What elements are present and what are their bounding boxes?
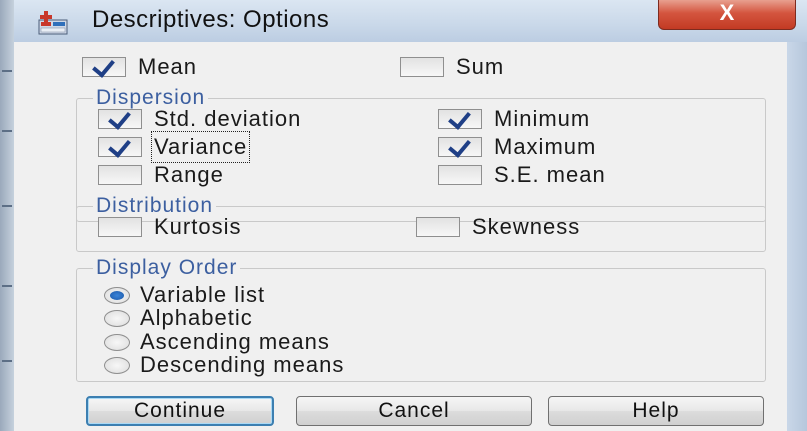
alphabetic-label: Alphabetic xyxy=(140,305,253,330)
variable-list-radio[interactable] xyxy=(104,286,130,304)
descending-means-radio[interactable] xyxy=(104,356,130,374)
dialog-title: Descriptives: Options xyxy=(92,6,330,33)
title-bar[interactable]: Descriptives: Options X xyxy=(14,0,807,42)
se-mean-row[interactable]: S.E. mean xyxy=(438,162,606,188)
kurtosis-row[interactable]: Kurtosis xyxy=(98,214,241,240)
mean-checkbox-row[interactable]: Mean xyxy=(82,54,197,80)
close-button[interactable]: X xyxy=(658,0,796,30)
std-deviation-label: Std. deviation xyxy=(154,106,302,131)
descending-means-label: Descending means xyxy=(140,352,345,377)
sum-label: Sum xyxy=(456,54,505,79)
cancel-button[interactable]: Cancel xyxy=(296,396,532,426)
minimum-label: Minimum xyxy=(494,106,591,131)
mean-label: Mean xyxy=(138,54,198,79)
close-icon: X xyxy=(719,0,735,25)
range-checkbox[interactable] xyxy=(98,165,142,185)
skewness-checkbox[interactable] xyxy=(416,217,460,237)
help-button[interactable]: Help xyxy=(548,396,764,426)
continue-button[interactable]: Continue xyxy=(86,396,274,426)
radio-alphabetic[interactable]: Alphabetic xyxy=(104,305,253,331)
mean-checkbox[interactable] xyxy=(82,57,126,77)
kurtosis-checkbox[interactable] xyxy=(98,217,142,237)
se-mean-label: S.E. mean xyxy=(494,162,606,187)
se-mean-checkbox[interactable] xyxy=(438,165,482,185)
range-label: Range xyxy=(154,162,224,187)
background-window-edge xyxy=(0,0,14,431)
minimum-checkbox[interactable] xyxy=(438,109,482,129)
alphabetic-radio[interactable] xyxy=(104,309,130,327)
range-row[interactable]: Range xyxy=(98,162,224,188)
sum-checkbox-row[interactable]: Sum xyxy=(400,54,504,80)
skewness-row[interactable]: Skewness xyxy=(416,214,580,240)
spss-app-icon xyxy=(38,11,68,35)
variance-checkbox[interactable] xyxy=(98,137,142,157)
std-deviation-row[interactable]: Std. deviation xyxy=(98,106,301,132)
ascending-means-radio[interactable] xyxy=(104,333,130,351)
std-deviation-checkbox[interactable] xyxy=(98,109,142,129)
variance-label: Variance xyxy=(150,131,251,163)
dialog-body: Mean Sum Dispersion Std. deviation Minim… xyxy=(14,42,787,431)
display-order-legend: Display Order xyxy=(96,256,238,279)
sum-checkbox[interactable] xyxy=(400,57,444,77)
skewness-label: Skewness xyxy=(472,214,581,239)
maximum-label: Maximum xyxy=(494,134,597,159)
maximum-checkbox[interactable] xyxy=(438,137,482,157)
minimum-row[interactable]: Minimum xyxy=(438,106,590,132)
maximum-row[interactable]: Maximum xyxy=(438,134,596,160)
variance-row[interactable]: Variance xyxy=(98,131,251,163)
kurtosis-label: Kurtosis xyxy=(154,214,242,239)
radio-descending-means[interactable]: Descending means xyxy=(104,352,344,378)
window-frame-right xyxy=(787,42,807,431)
